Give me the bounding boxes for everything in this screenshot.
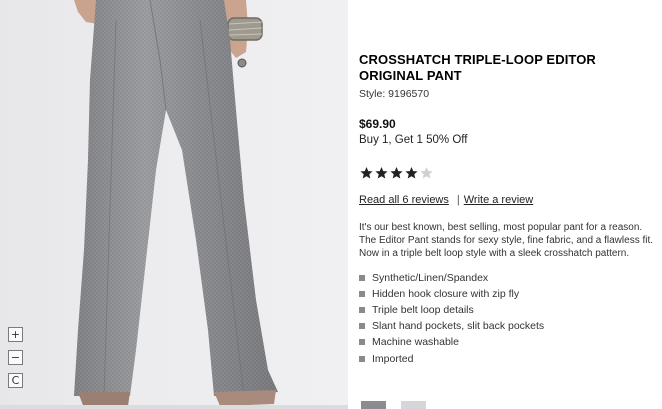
reset-icon: C: [11, 374, 20, 387]
feature-item: Hidden hook closure with zip fly: [359, 286, 659, 302]
star-icon: [405, 167, 418, 179]
product-price: $69.90: [359, 117, 396, 131]
product-details: CROSSHATCH TRIPLE-LOOP EDITOR ORIGINAL P…: [359, 52, 659, 367]
read-reviews-link[interactable]: Read all 6 reviews: [359, 194, 449, 206]
bullet-icon: [359, 323, 365, 330]
bullet-icon: [359, 355, 365, 362]
feature-item: Slant hand pockets, slit back pockets: [359, 318, 659, 334]
swatch-light[interactable]: [401, 401, 426, 409]
review-link-separator: |: [456, 194, 460, 206]
zoom-reset-button[interactable]: C: [8, 373, 23, 388]
star-rating: [359, 166, 659, 180]
pants-photo: [0, 0, 348, 409]
right-shoe: [214, 390, 276, 406]
style-number: Style: 9196570: [359, 88, 430, 100]
review-links: Read all 6 reviews | Write a review: [359, 194, 659, 206]
star-icon: [420, 167, 433, 179]
ring: [237, 58, 247, 68]
zoom-in-button[interactable]: +: [8, 327, 23, 342]
color-swatches: [361, 401, 426, 409]
bullet-icon: [359, 290, 365, 297]
feature-item: Machine washable: [359, 334, 659, 350]
product-image[interactable]: + − C: [0, 0, 348, 409]
zoom-controls: + − C: [8, 327, 23, 388]
swatch-gray[interactable]: [361, 401, 386, 409]
bullet-icon: [359, 274, 365, 281]
bullet-icon: [359, 307, 365, 314]
feature-item: Synthetic/Linen/Spandex: [359, 270, 659, 286]
minus-icon: −: [10, 351, 21, 364]
star-icon: [375, 167, 388, 179]
promo-text: Buy 1, Get 1 50% Off: [359, 134, 468, 146]
feature-item: Imported: [359, 351, 659, 367]
feature-list: Synthetic/Linen/Spandex Hidden hook clos…: [359, 270, 659, 367]
star-icon: [390, 167, 403, 179]
write-review-link[interactable]: Write a review: [464, 194, 533, 206]
product-title: CROSSHATCH TRIPLE-LOOP EDITOR ORIGINAL P…: [359, 52, 596, 83]
feature-item: Triple belt loop details: [359, 302, 659, 318]
zoom-out-button[interactable]: −: [8, 350, 23, 365]
plus-icon: +: [10, 328, 21, 341]
bullet-icon: [359, 339, 365, 346]
product-description: It's our best known, best selling, most …: [359, 222, 654, 260]
star-icon: [360, 167, 373, 179]
